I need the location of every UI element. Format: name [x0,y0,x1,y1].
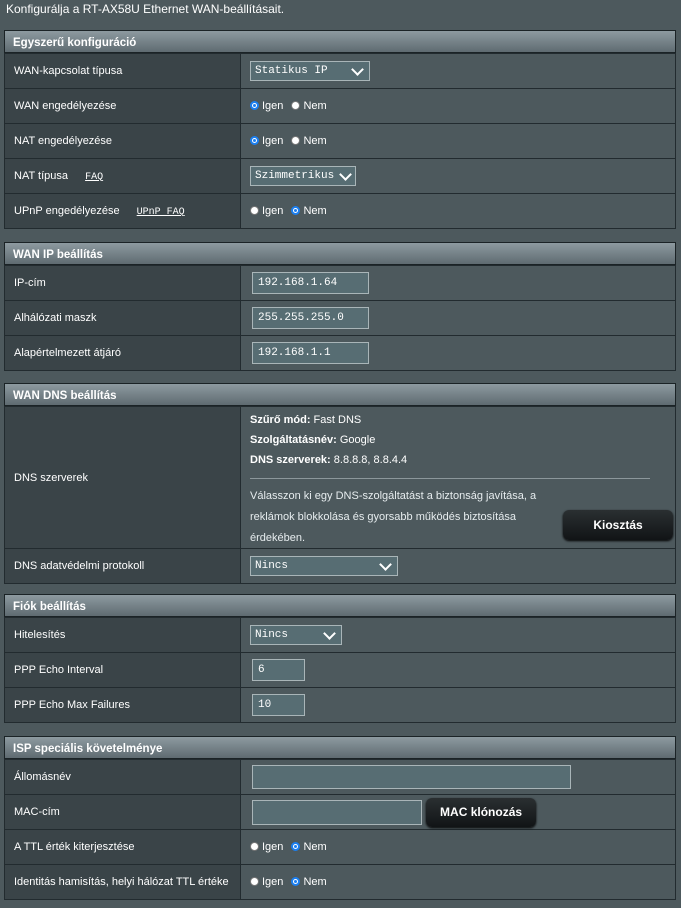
wan-ip-section: WAN IP beállítás IP-cím 192.168.1.64 Alh… [4,242,676,371]
dns-servers-label: DNS szerverek [4,406,241,549]
wan-enable-no-label: Nem [303,100,327,112]
ttl-spoof-label: Identitás hamisítás, helyi hálózat TTL é… [4,864,241,900]
upnp-no-label: Nem [303,205,327,217]
wan-enable-no-radio[interactable] [291,101,301,110]
nat-type-label-cell: NAT típusa FAQ [4,158,241,194]
nat-type-label: NAT típusa [14,169,69,182]
upnp-no-radio[interactable] [291,206,301,215]
ttl-spoof-no-radio[interactable] [291,877,301,886]
assign-button[interactable]: Kiosztás [563,510,673,540]
nat-type-value: Szimmetrikus [255,170,335,182]
mask-label: Alhálózati maszk [4,300,241,336]
isp-table: Állomásnév MAC-cím MAC klónozás A TTL ér… [4,759,676,900]
service-name-value: Google [336,434,376,446]
mac-clone-button[interactable]: MAC klónozás [426,797,537,827]
wan-dns-header: WAN DNS beállítás [4,383,676,406]
basic-config-header: Egyszerű konfiguráció [4,30,676,53]
service-name-key: Szolgáltatásnév: [250,434,337,446]
ip-input[interactable]: 192.168.1.64 [252,272,369,294]
dns-privacy-label: DNS adatvédelmi protokoll [4,548,241,584]
mac-label: MAC-cím [4,794,241,830]
wan-enable-label: WAN engedélyezése [4,88,241,124]
wan-ip-header: WAN IP beállítás [4,242,676,265]
nat-enable-yes-label: Igen [262,135,284,147]
nat-type-select[interactable]: Szimmetrikus [250,166,356,186]
nat-enable-radio-group: Igen Nem [240,123,676,159]
gateway-label: Alapértelmezett átjáró [4,335,241,371]
dns-privacy-value: Nincs [255,560,289,572]
chevron-down-icon [379,557,392,571]
ttl-extend-no-radio[interactable] [291,842,301,851]
mac-input[interactable] [252,799,422,825]
nat-enable-label: NAT engedélyezése [4,123,241,159]
ttl-spoof-yes-label: Igen [262,876,284,888]
ip-label: IP-cím [4,265,241,301]
wan-type-label: WAN-kapcsolat típusa [4,53,241,89]
nat-enable-yes-radio[interactable] [250,136,259,145]
ttl-extend-yes-label: Igen [262,841,284,853]
wan-enable-yes-label: Igen [262,100,284,112]
hostname-input[interactable] [252,765,571,789]
wan-enable-radio-group: Igen Nem [240,88,676,124]
account-header: Fiók beállítás [4,594,676,617]
gateway-input[interactable]: 192.168.1.1 [252,342,369,364]
dns-info-panel: Szűrő mód: Fast DNS Szolgáltatásnév: Goo… [241,407,675,548]
basic-config-table: WAN-kapcsolat típusa Statikus IP WAN eng… [4,53,676,229]
dns-servers-line: DNS szerverek: 8.8.8.8, 8.8.4.4 [250,454,407,466]
echo-max-input[interactable]: 10 [252,694,305,716]
chevron-down-icon [323,626,336,640]
wan-type-select[interactable]: Statikus IP [250,61,370,81]
upnp-yes-label: Igen [262,205,284,217]
basic-config-section: Egyszerű konfiguráció WAN-kapcsolat típu… [4,30,676,229]
ttl-spoof-no-label: Nem [303,876,327,888]
upnp-yes-radio[interactable] [250,206,259,215]
wan-enable-yes-radio[interactable] [250,101,259,110]
filter-mode-line: Szűrő mód: Fast DNS [250,414,361,426]
nat-faq-link[interactable]: FAQ [85,172,103,183]
ttl-extend-label: A TTL érték kiterjesztése [4,829,241,865]
ttl-extend-radio-group: Igen Nem [240,829,676,865]
dns-servers-value: 8.8.8.8, 8.8.4.4 [330,454,408,466]
dns-privacy-select[interactable]: Nincs [250,556,398,576]
ttl-extend-no-label: Nem [303,841,327,853]
chevron-down-icon [351,62,364,76]
upnp-label: UPnP engedélyezése [14,204,120,217]
mask-input[interactable]: 255.255.255.0 [252,307,369,329]
nat-enable-no-label: Nem [303,135,327,147]
dns-servers-key: DNS szerverek: [250,454,331,466]
service-name-line: Szolgáltatásnév: Google [250,434,375,446]
echo-max-label: PPP Echo Max Failures [4,687,241,723]
auth-select[interactable]: Nincs [250,625,342,645]
wan-dns-section: WAN DNS beállítás DNS szerverek Szűrő mó… [4,383,676,584]
ttl-spoof-yes-radio[interactable] [250,877,259,886]
upnp-radio-group: Igen Nem [240,193,676,229]
account-table: Hitelesítés Nincs PPP Echo Interval 6 PP… [4,617,676,723]
upnp-label-cell: UPnP engedélyezése UPnP FAQ [4,193,241,229]
wan-ip-table: IP-cím 192.168.1.64 Alhálózati maszk 255… [4,265,676,371]
filter-mode-key: Szűrő mód: [250,414,311,426]
account-section: Fiók beállítás Hitelesítés Nincs PPP Ech… [4,594,676,723]
filter-mode-value: Fast DNS [310,414,362,426]
chevron-down-icon [339,167,352,181]
wan-type-value: Statikus IP [255,65,328,77]
upnp-faq-link[interactable]: UPnP FAQ [137,207,185,218]
isp-section: ISP speciális követelménye Állomásnév MA… [4,736,676,900]
ttl-spoof-radio-group: Igen Nem [240,864,676,900]
auth-value: Nincs [255,629,289,641]
dns-description: Válasszon ki egy DNS-szolgáltatást a biz… [250,490,537,544]
auth-label: Hitelesítés [4,617,241,653]
echo-interval-label: PPP Echo Interval [4,652,241,688]
ttl-extend-yes-radio[interactable] [250,842,259,851]
isp-header: ISP speciális követelménye [4,736,676,759]
hostname-label: Állomásnév [4,759,241,795]
divider [250,478,650,479]
page-title: Konfigurálja a RT-AX58U Ethernet WAN-beá… [6,2,285,16]
wan-dns-table: DNS szerverek Szűrő mód: Fast DNS Szolgá… [4,406,676,584]
nat-enable-no-radio[interactable] [291,136,301,145]
echo-interval-input[interactable]: 6 [252,659,305,681]
